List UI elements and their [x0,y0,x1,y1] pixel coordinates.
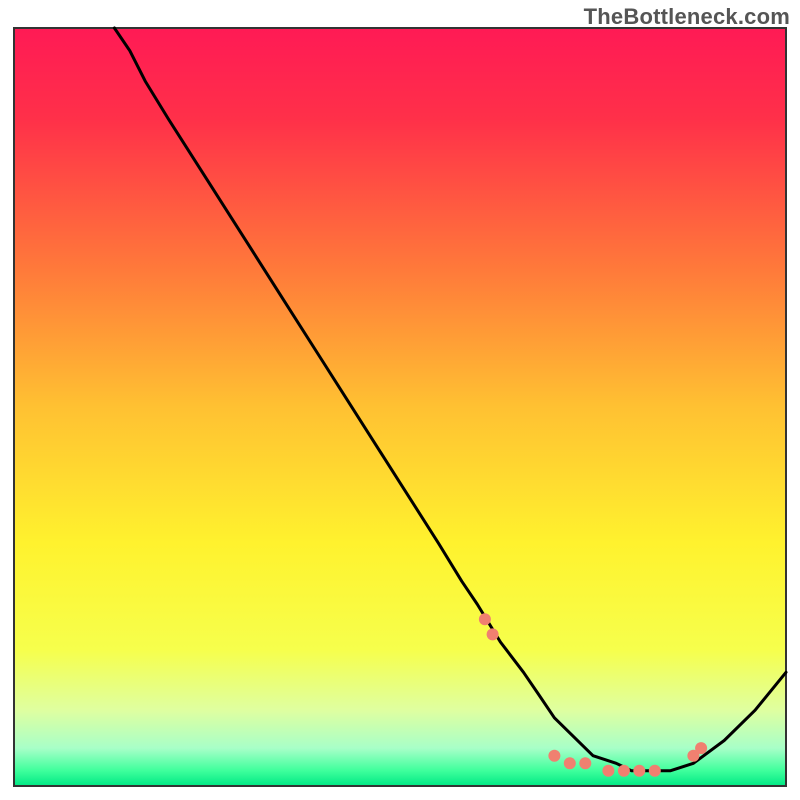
marker-dot [618,765,630,777]
watermark-text: TheBottleneck.com [584,4,790,30]
chart-background [14,28,786,786]
marker-dot [548,750,560,762]
marker-dot [564,757,576,769]
marker-dot [579,757,591,769]
bottleneck-chart: TheBottleneck.com [0,0,800,800]
marker-dot [695,742,707,754]
chart-canvas [0,0,800,800]
marker-dot [633,765,645,777]
marker-dot [479,613,491,625]
marker-dot [487,628,499,640]
marker-dot [602,765,614,777]
marker-dot [649,765,661,777]
